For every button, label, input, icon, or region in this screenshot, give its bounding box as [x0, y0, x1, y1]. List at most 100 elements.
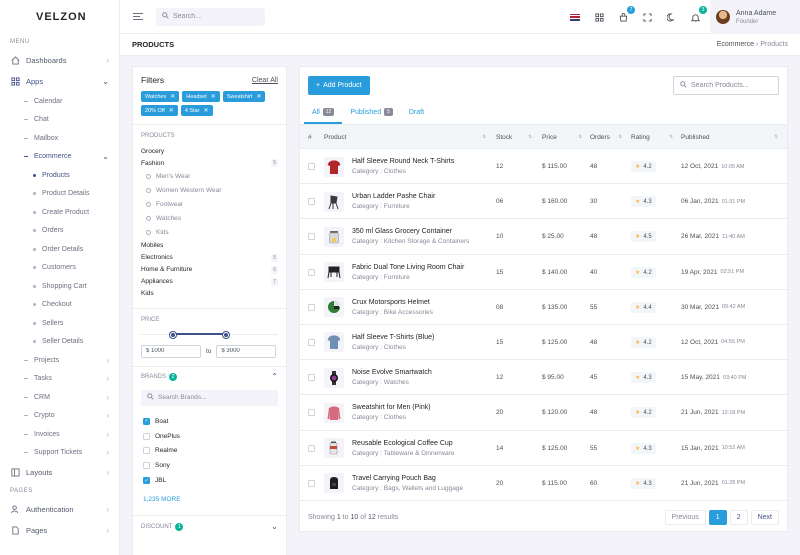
subcategory-item[interactable]: Kids — [146, 226, 278, 240]
table-row[interactable]: Reusable Ecological Coffee Cup Category … — [300, 431, 787, 466]
category-fashion[interactable]: Fashion 5 — [141, 157, 278, 169]
sidebar-item-apps[interactable]: Apps ⌄ — [0, 71, 119, 92]
sidebar-item-authentication[interactable]: Authentication › — [0, 499, 119, 520]
brand-option-jbl[interactable]: ✓ JBL — [133, 473, 286, 488]
fullscreen-icon[interactable] — [642, 12, 652, 22]
sidebar-sub-tasks[interactable]: Tasks › — [0, 370, 119, 389]
row-checkbox[interactable] — [308, 374, 315, 382]
sidebar-item-layouts[interactable]: Layouts › — [0, 462, 119, 483]
sidebar-ecom-order-details[interactable]: Order Details — [0, 240, 119, 259]
filter-chip[interactable]: Headset ✕ — [182, 91, 220, 102]
sidebar-ecom-sellers[interactable]: Sellers — [0, 314, 119, 333]
price-min-input[interactable] — [141, 344, 201, 358]
category-appliances[interactable]: Appliances 7 — [141, 276, 278, 288]
price-max-input[interactable] — [216, 344, 277, 358]
col-stock[interactable]: Stock — [496, 125, 512, 149]
checkbox[interactable] — [143, 447, 150, 455]
close-icon[interactable]: ✕ — [211, 93, 216, 100]
category-mobiles[interactable]: Mobiles — [141, 240, 278, 252]
brand-search[interactable] — [141, 389, 278, 406]
add-product-button[interactable]: + Add Product — [308, 75, 370, 95]
brand-logo[interactable]: VELZON — [0, 0, 119, 34]
sidebar-ecom-shopping-cart[interactable]: Shopping Cart — [0, 277, 119, 296]
cart-icon[interactable]: 7 — [618, 6, 635, 22]
sidebar-ecom-seller-details[interactable]: Seller Details — [0, 333, 119, 352]
tab-draft[interactable]: Draft — [401, 109, 432, 124]
sidebar-sub-chat[interactable]: Chat — [0, 111, 119, 130]
row-checkbox[interactable] — [308, 303, 315, 311]
pagination-page-1[interactable]: 1 — [708, 509, 727, 525]
category-home-furniture[interactable]: Home & Furniture 6 — [141, 264, 278, 276]
search-input[interactable] — [173, 13, 258, 20]
sidebar-item-pages[interactable]: Pages › — [0, 520, 119, 541]
sidebar-sub-ecommerce[interactable]: Ecommerce ⌄ — [0, 148, 119, 167]
row-checkbox[interactable] — [308, 479, 315, 487]
category-grocery[interactable]: Grocery — [141, 145, 278, 157]
sidebar-sub-crm[interactable]: CRM › — [0, 388, 119, 407]
table-row[interactable]: Travel Carrying Pouch Bag Category : Bag… — [300, 466, 787, 501]
sort-icon[interactable]: ⇅ — [578, 134, 582, 140]
table-row[interactable]: Noise Evolve Smartwatch Category : Watch… — [300, 360, 787, 396]
sidebar-sub-crypto[interactable]: Crypto › — [0, 407, 119, 426]
sidebar-ecom-orders[interactable]: Orders — [0, 222, 119, 241]
product-name[interactable]: Reusable Ecological Coffee Cup — [352, 440, 455, 447]
filter-chip[interactable]: 20% Off ✕ — [141, 105, 178, 116]
sidebar-ecom-checkout[interactable]: Checkout — [0, 296, 119, 315]
pagination-next[interactable]: Next — [750, 509, 779, 525]
checkbox[interactable] — [143, 462, 150, 470]
discount-accordion-header[interactable]: DISCOUNT 1 ⌄ — [133, 516, 286, 538]
hamburger-menu-icon[interactable] — [133, 11, 143, 22]
category-kids[interactable]: Kids — [141, 288, 278, 300]
row-checkbox[interactable] — [308, 409, 315, 417]
category-electronics[interactable]: Electronics 5 — [141, 252, 278, 264]
product-name[interactable]: Half Sleeve T-Shirts (Blue) — [352, 334, 434, 341]
slider-handle-max[interactable] — [222, 331, 229, 338]
tab-all[interactable]: All 12 — [304, 108, 343, 124]
checkbox[interactable] — [143, 432, 150, 440]
table-row[interactable]: Half Sleeve Round Neck T-Shirts Category… — [300, 149, 787, 185]
sidebar-ecom-product-details[interactable]: Product Details — [0, 185, 119, 204]
brand-option-sony[interactable]: Sony — [133, 458, 286, 473]
checkbox-checked[interactable]: ✓ — [143, 477, 150, 485]
more-brands-link[interactable]: 1,235 MORE — [133, 492, 286, 507]
sidebar-ecom-customers[interactable]: Customers — [0, 259, 119, 278]
close-icon[interactable]: ✕ — [169, 107, 174, 114]
checkbox-checked[interactable]: ✓ — [143, 417, 150, 425]
col-rating[interactable]: Rating — [631, 125, 650, 149]
product-name[interactable]: Urban Ladder Pashe Chair — [352, 193, 435, 200]
product-name[interactable]: 350 ml Glass Grocery Container — [352, 228, 469, 235]
product-name[interactable]: Noise Evolve Smartwatch — [352, 369, 432, 376]
bell-icon[interactable]: 3 — [690, 6, 707, 22]
brand-option-realme[interactable]: Realme — [133, 444, 286, 459]
row-checkbox[interactable] — [308, 233, 315, 241]
price-range-slider[interactable] — [141, 329, 278, 341]
sort-icon[interactable]: ⇅ — [669, 134, 673, 140]
tab-published[interactable]: Published 5 — [342, 108, 401, 124]
close-icon[interactable]: ✕ — [170, 93, 175, 100]
breadcrumb-ecommerce[interactable]: Ecommerce — [717, 41, 754, 48]
table-row[interactable]: Fabric Dual Tone Living Room Chair Categ… — [300, 255, 787, 290]
sidebar-sub-calendar[interactable]: Calendar — [0, 92, 119, 111]
user-menu[interactable]: Anna Adame Founder — [710, 0, 800, 34]
product-name[interactable]: Crux Motorsports Helmet — [352, 299, 433, 306]
brands-accordion-header[interactable]: BRANDS 2 ⌃ — [133, 367, 286, 387]
product-name[interactable]: Sweatshirt for Men (Pink) — [352, 404, 431, 411]
pagination-previous[interactable]: Previous — [664, 509, 706, 525]
brand-option-oneplus[interactable]: OnePlus — [133, 429, 286, 444]
col-orders[interactable]: Orders — [590, 125, 610, 149]
close-icon[interactable]: ✕ — [256, 93, 261, 100]
table-row[interactable]: Urban Ladder Pashe Chair Category : Furn… — [300, 184, 787, 220]
row-checkbox[interactable] — [308, 444, 315, 452]
sort-icon[interactable]: ⇅ — [618, 134, 622, 140]
table-row[interactable]: Half Sleeve T-Shirts (Blue) Category : C… — [300, 325, 787, 361]
sidebar-sub-projects[interactable]: Projects › — [0, 351, 119, 370]
product-name[interactable]: Half Sleeve Round Neck T-Shirts — [352, 158, 454, 165]
subcategory-item[interactable]: Watches — [146, 212, 278, 226]
close-icon[interactable]: ✕ — [204, 107, 209, 114]
sort-icon[interactable]: ⇅ — [774, 134, 778, 140]
sidebar-item-dashboards[interactable]: Dashboards › — [0, 50, 119, 71]
filter-chip[interactable]: 4 Star ✕ — [180, 105, 213, 116]
subcategory-item[interactable]: Men's Wear — [146, 169, 278, 183]
sort-icon[interactable]: ⇅ — [528, 134, 532, 140]
sidebar-sub-support-tickets[interactable]: Support Tickets › — [0, 444, 119, 463]
